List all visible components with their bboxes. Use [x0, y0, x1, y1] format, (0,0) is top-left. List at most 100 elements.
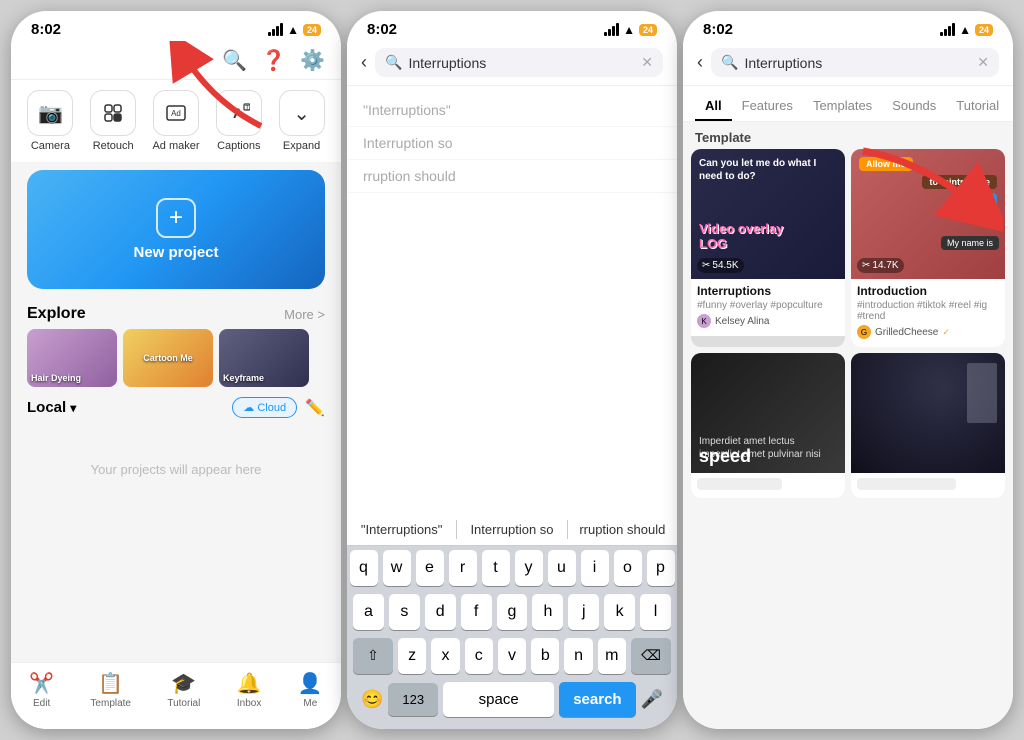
key-e[interactable]: e [416, 550, 444, 586]
new-project-button[interactable]: + New project [27, 170, 325, 289]
key-y[interactable]: y [515, 550, 543, 586]
retouch-tool[interactable]: Retouch [83, 90, 143, 152]
nav-inbox[interactable]: 🔔 Inbox [237, 671, 262, 709]
kbd-sug-1[interactable]: "Interruptions" [347, 520, 457, 539]
filter-tabs: All Features Templates Sounds Tutorial [683, 86, 1013, 122]
building-shape [967, 363, 997, 423]
phone-3: 8:02 ▲ 24 ‹ 🔍 Interruptions ✕ [683, 11, 1013, 729]
key-space[interactable]: space [443, 682, 554, 717]
clear-button-2[interactable]: ✕ [641, 54, 653, 71]
search-icon[interactable]: 🔍 [222, 48, 247, 73]
emoji-key[interactable]: 😊 [361, 689, 383, 710]
key-n[interactable]: n [564, 638, 592, 674]
card-speed[interactable]: Imperdiet amet lectus imperdiet amet pul… [691, 353, 845, 498]
key-shift[interactable]: ⇧ [353, 638, 393, 674]
nav-edit[interactable]: ✂️ Edit [29, 671, 54, 709]
kbd-sug-2[interactable]: Interruption so [457, 520, 567, 539]
new-project-label: New project [133, 244, 218, 261]
nav-me[interactable]: 👤 Me [298, 671, 323, 709]
key-z[interactable]: z [398, 638, 426, 674]
key-v[interactable]: v [498, 638, 526, 674]
key-o[interactable]: o [614, 550, 642, 586]
key-a[interactable]: a [353, 594, 384, 630]
key-m[interactable]: m [598, 638, 626, 674]
tab-templates[interactable]: Templates [803, 92, 882, 121]
author-name-1: Kelsey Alina [715, 316, 769, 327]
key-p[interactable]: p [647, 550, 675, 586]
more-link[interactable]: More > [284, 307, 325, 322]
key-c[interactable]: c [465, 638, 493, 674]
tutorial-nav-icon: 🎓 [171, 671, 196, 696]
local-dropdown-icon[interactable]: ▾ [70, 401, 76, 415]
key-123[interactable]: 123 [388, 683, 438, 716]
key-l[interactable]: l [640, 594, 671, 630]
search-input-3[interactable]: Interruptions [744, 55, 971, 71]
tab-all[interactable]: All [695, 92, 732, 121]
svg-text:A: A [233, 105, 243, 121]
card-thumb-4 [851, 353, 1005, 473]
bottom-nav: ✂️ Edit 📋 Template 🎓 Tutorial 🔔 Inbox 👤 [11, 662, 341, 729]
admaker-tool[interactable]: Ad Ad maker [146, 90, 206, 152]
key-g[interactable]: g [497, 594, 528, 630]
search-bar-3[interactable]: 🔍 Interruptions ✕ [711, 48, 999, 77]
wifi-icon-3: ▲ [959, 23, 971, 37]
suggestion-1[interactable]: "Interruptions" [347, 94, 677, 127]
explore-item-keyframe[interactable]: Keyframe [219, 329, 309, 387]
status-icons-2: ▲ 24 [604, 23, 657, 37]
settings-icon[interactable]: ⚙️ [300, 48, 325, 73]
mic-key[interactable]: 🎤 [641, 689, 663, 710]
key-t[interactable]: t [482, 550, 510, 586]
help-icon[interactable]: ❓ [261, 48, 286, 73]
toolbar: 🔍 ❓ ⚙️ [11, 42, 341, 80]
cloud-button[interactable]: ☁ Cloud [232, 397, 297, 418]
key-delete[interactable]: ⌫ [631, 638, 671, 674]
key-s[interactable]: s [389, 594, 420, 630]
key-b[interactable]: b [531, 638, 559, 674]
captions-tool[interactable]: AT Captions [209, 90, 269, 152]
tab-features[interactable]: Features [732, 92, 803, 121]
expand-tool[interactable]: ⌄ Expand [272, 90, 332, 152]
expand-icon-box: ⌄ [279, 90, 325, 136]
myself-badge: myself [954, 193, 997, 207]
key-k[interactable]: k [604, 594, 635, 630]
explore-item-cartoon[interactable]: Cartoon Me [123, 329, 213, 387]
camera-tool[interactable]: 📷 Camera [20, 90, 80, 152]
back-button-2[interactable]: ‹ [361, 52, 367, 73]
key-r[interactable]: r [449, 550, 477, 586]
battery-badge: 24 [303, 24, 321, 36]
status-icons-1: ▲ 24 [268, 23, 321, 37]
search-button[interactable]: search [559, 682, 635, 717]
search-bar-2[interactable]: 🔍 Interruptions ✕ [375, 48, 663, 77]
key-d[interactable]: d [425, 594, 456, 630]
key-w[interactable]: w [383, 550, 411, 586]
key-f[interactable]: f [461, 594, 492, 630]
tab-tutorial[interactable]: Tutorial [946, 92, 1009, 121]
status-bar-2: 8:02 ▲ 24 [347, 11, 677, 42]
explore-item-hair[interactable]: Hair Dyeing [27, 329, 117, 387]
nav-template[interactable]: 📋 Template [90, 671, 131, 709]
card-tags-1: #funny #overlay #popculture [697, 300, 839, 311]
card-title-3 [697, 478, 782, 490]
explore-label-cartoon: Cartoon Me [143, 353, 193, 363]
suggestion-3[interactable]: rruption should [347, 160, 677, 193]
kbd-sug-3[interactable]: rruption should [568, 520, 677, 539]
author-name-2: GrilledCheese [875, 327, 938, 338]
card-building[interactable] [851, 353, 1005, 498]
search-input-2[interactable]: Interruptions [408, 55, 635, 71]
back-button-3[interactable]: ‹ [697, 52, 703, 73]
key-i[interactable]: i [581, 550, 609, 586]
card-interruptions[interactable]: Can you let me do what I need to do? Vid… [691, 149, 845, 347]
clear-button-3[interactable]: ✕ [977, 54, 989, 71]
svg-text:Ad: Ad [171, 109, 181, 118]
suggestion-2[interactable]: Interruption so [347, 127, 677, 160]
card-introduction[interactable]: Allow me to reintroduce myself My name i… [851, 149, 1005, 347]
key-u[interactable]: u [548, 550, 576, 586]
key-q[interactable]: q [350, 550, 378, 586]
edit-icon[interactable]: ✏️ [305, 398, 325, 418]
key-j[interactable]: j [568, 594, 599, 630]
tab-sounds[interactable]: Sounds [882, 92, 946, 121]
key-h[interactable]: h [532, 594, 563, 630]
nav-tutorial[interactable]: 🎓 Tutorial [167, 671, 200, 709]
key-x[interactable]: x [431, 638, 459, 674]
card-tags-2: #introduction #tiktok #reel #ig #trend [857, 300, 999, 322]
